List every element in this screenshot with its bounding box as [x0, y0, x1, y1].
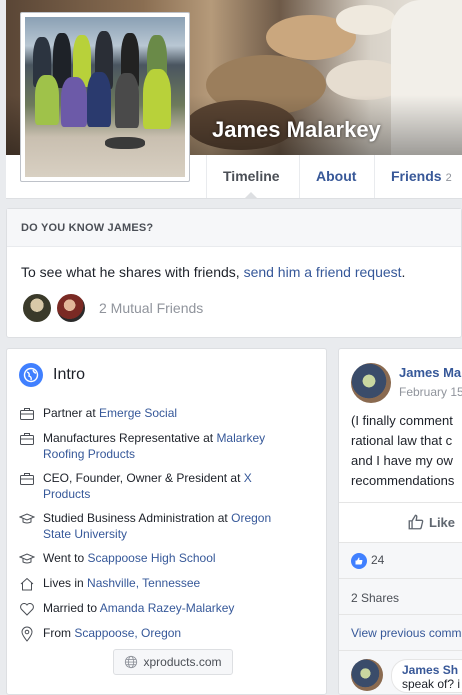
comment-author[interactable]: James Sh	[402, 663, 462, 677]
intro-item-education: Studied Business Administration at Orego…	[19, 510, 319, 542]
thumbs-up-icon	[408, 514, 424, 530]
do-you-know-heading: DO YOU KNOW JAMES?	[7, 209, 461, 247]
city-link[interactable]: Nashville, Tennessee	[87, 576, 200, 590]
like-reaction-icon	[351, 553, 367, 569]
send-friend-request-link[interactable]: send him a friend request	[244, 264, 402, 280]
hometown-link[interactable]: Scappoose, Oregon	[74, 626, 181, 640]
post-date[interactable]: February 15	[399, 385, 462, 399]
mutual-friend-avatar[interactable]	[55, 292, 87, 324]
briefcase-icon	[20, 408, 34, 420]
avatar[interactable]	[351, 363, 391, 403]
post-author[interactable]: James Ma	[399, 365, 461, 380]
intro-title: Intro	[53, 366, 86, 383]
intro-item-relationship: Married to Amanda Razey-Malarkey	[19, 600, 319, 617]
comment: James Sh speak of? i	[339, 650, 462, 694]
heart-icon	[20, 603, 34, 616]
tab-friends[interactable]: Friends2 M	[374, 155, 462, 229]
comment-text: speak of? i	[402, 677, 461, 691]
graduation-cap-icon	[19, 513, 35, 524]
briefcase-icon	[20, 433, 34, 445]
comment-bubble: James Sh speak of? i	[391, 659, 462, 693]
location-pin-icon	[21, 626, 33, 642]
home-icon	[20, 577, 34, 591]
tab-about[interactable]: About	[299, 155, 372, 198]
timeline-post: James Ma February 15 (I finally comment …	[338, 348, 462, 695]
mutual-friend-avatar[interactable]	[21, 292, 53, 324]
friend-request-prompt: To see what he shares with friends, send…	[21, 264, 406, 280]
view-previous-comments[interactable]: View previous comm	[339, 614, 462, 650]
tab-timeline[interactable]: Timeline	[206, 155, 296, 199]
intro-item-work: CEO, Founder, Owner & President at X Pro…	[19, 470, 319, 502]
intro-item-lives: Lives in Nashville, Tennessee	[19, 575, 319, 592]
reaction-count[interactable]: 24	[371, 553, 384, 567]
reactions[interactable]: 24	[339, 542, 462, 578]
profile-name[interactable]: James Malarkey	[212, 117, 381, 143]
like-button[interactable]: Like	[407, 513, 455, 531]
intro-item-hometown: From Scappoose, Oregon	[19, 625, 319, 642]
intro-item-work: Manufactures Representative at Malarkey …	[19, 430, 319, 462]
shares-count[interactable]: 2 Shares	[339, 578, 462, 614]
workplace-link[interactable]: Emerge Social	[99, 406, 177, 420]
intro-item-education: Went to Scappoose High School	[19, 550, 319, 567]
school-link[interactable]: Scappoose High School	[87, 551, 215, 565]
do-you-know-card: DO YOU KNOW JAMES? To see what he shares…	[6, 208, 462, 338]
intro-item-work: Partner at Emerge Social	[19, 405, 319, 422]
website-button[interactable]: xproducts.com	[113, 649, 233, 675]
avatar[interactable]	[351, 659, 383, 691]
graduation-cap-icon	[19, 553, 35, 564]
globe-icon	[19, 363, 43, 387]
profile-picture[interactable]	[20, 12, 190, 182]
mutual-friends[interactable]: 2 Mutual Friends	[21, 291, 203, 325]
briefcase-icon	[20, 473, 34, 485]
mutual-friends-count[interactable]: 2 Mutual Friends	[99, 300, 203, 316]
post-text: (I finally comment rational law that c a…	[351, 413, 455, 488]
intro-card: Intro Partner at Emerge Social Manufactu…	[6, 348, 327, 695]
globe-icon	[125, 655, 138, 669]
spouse-link[interactable]: Amanda Razey-Malarkey	[100, 601, 235, 615]
